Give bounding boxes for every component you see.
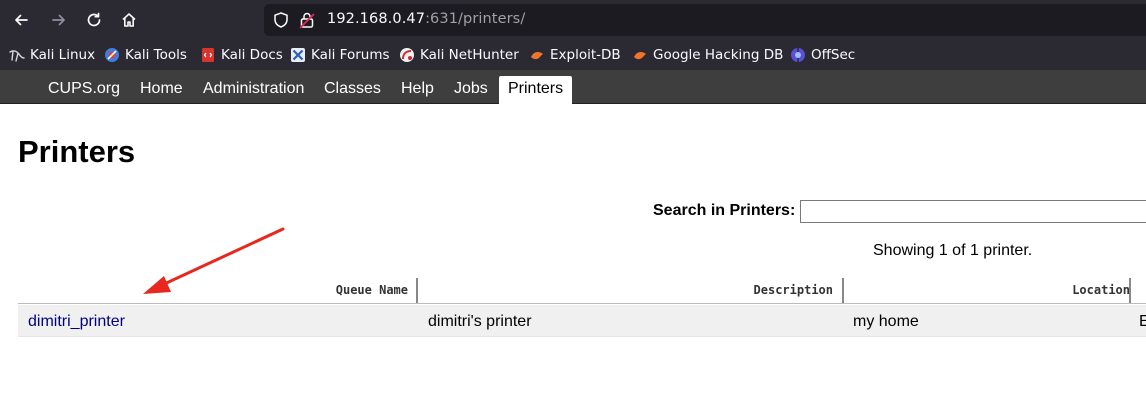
column-divider	[1129, 278, 1131, 303]
bookmark-kali-tools[interactable]: Kali Tools	[104, 45, 187, 65]
table-header: Queue Name Description Location	[18, 277, 1146, 304]
bookmark-label: Exploit-DB	[550, 47, 621, 63]
search-input[interactable]	[800, 200, 1146, 223]
nav-cups-org[interactable]: CUPS.org	[39, 76, 129, 104]
nav-administration[interactable]: Administration	[194, 76, 313, 104]
table-row: dimitri_printer dimitri's printer my hom…	[18, 305, 1146, 337]
bookmark-label: Kali Docs	[221, 47, 283, 63]
bookmark-label: Kali Forums	[311, 47, 390, 63]
offsec-icon	[791, 48, 805, 62]
printer-location: my home	[853, 313, 919, 330]
bookmark-label: OffSec	[811, 47, 856, 63]
bookmark-google-hacking-db[interactable]: Google Hacking DB	[632, 45, 783, 65]
browser-toolbar: 192.168.0.47:631/printers/	[0, 0, 1146, 40]
kali-forums-icon	[291, 48, 305, 62]
bookmark-exploit-db[interactable]: Exploit-DB	[529, 45, 621, 65]
column-header-queue-name[interactable]: Queue Name	[336, 283, 408, 297]
home-button[interactable]	[115, 6, 143, 34]
forward-arrow-icon	[52, 14, 65, 26]
nav-classes[interactable]: Classes	[315, 76, 390, 104]
bookmark-kali-linux[interactable]: Kali Linux	[9, 45, 95, 65]
nav-printers[interactable]: Printers	[499, 76, 573, 104]
page-title: Printers	[18, 134, 136, 169]
kali-dragon-icon	[9, 50, 25, 62]
nav-home[interactable]: Home	[131, 76, 192, 104]
forward-button[interactable]	[45, 6, 73, 34]
ghdb-icon	[634, 52, 646, 60]
column-header-location[interactable]: Location	[1072, 283, 1130, 297]
kali-tools-icon	[105, 48, 119, 62]
bookmark-label: Google Hacking DB	[653, 47, 784, 63]
reload-icon	[87, 12, 101, 27]
nethunter-icon	[400, 48, 414, 62]
bookmark-label: Kali Linux	[30, 47, 96, 63]
nav-jobs[interactable]: Jobs	[445, 76, 497, 104]
nav-help[interactable]: Help	[392, 76, 443, 104]
bookmarks-bar: Kali Linux Kali Tools Kali Docs Kali For…	[0, 40, 1146, 70]
printer-extra-cell: E	[1139, 313, 1146, 330]
search-label: Search in Printers:	[653, 202, 796, 219]
url-host: 192.168.0.47	[327, 11, 426, 27]
url-text[interactable]: 192.168.0.47:631/printers/	[327, 11, 525, 27]
exploit-db-icon	[531, 52, 543, 60]
cups-navigation: CUPS.org Home Administration Classes Hel…	[0, 70, 1146, 104]
column-divider	[842, 278, 844, 303]
column-divider	[416, 278, 418, 303]
bookmark-label: Kali Tools	[125, 47, 187, 63]
showing-count: Showing 1 of 1 printer.	[873, 242, 1033, 259]
bookmark-offsec[interactable]: OffSec	[790, 45, 855, 65]
kali-docs-icon	[202, 48, 214, 62]
back-button[interactable]	[7, 6, 35, 34]
insecure-lock-icon[interactable]	[299, 11, 315, 29]
reload-button[interactable]	[80, 6, 108, 34]
printer-description: dimitri's printer	[428, 313, 532, 330]
back-arrow-icon	[15, 14, 28, 26]
shield-icon[interactable]	[272, 11, 290, 29]
bookmark-kali-docs[interactable]: Kali Docs	[200, 45, 283, 65]
bookmark-kali-nethunter[interactable]: Kali NetHunter	[399, 45, 519, 65]
bookmark-label: Kali NetHunter	[420, 47, 519, 63]
printer-queue-link[interactable]: dimitri_printer	[28, 313, 125, 331]
column-header-description[interactable]: Description	[754, 283, 833, 297]
url-path: :631/printers/	[425, 11, 526, 27]
url-bar[interactable]: 192.168.0.47:631/printers/	[264, 4, 1146, 36]
home-icon	[122, 13, 136, 27]
bookmark-kali-forums[interactable]: Kali Forums	[290, 45, 390, 65]
